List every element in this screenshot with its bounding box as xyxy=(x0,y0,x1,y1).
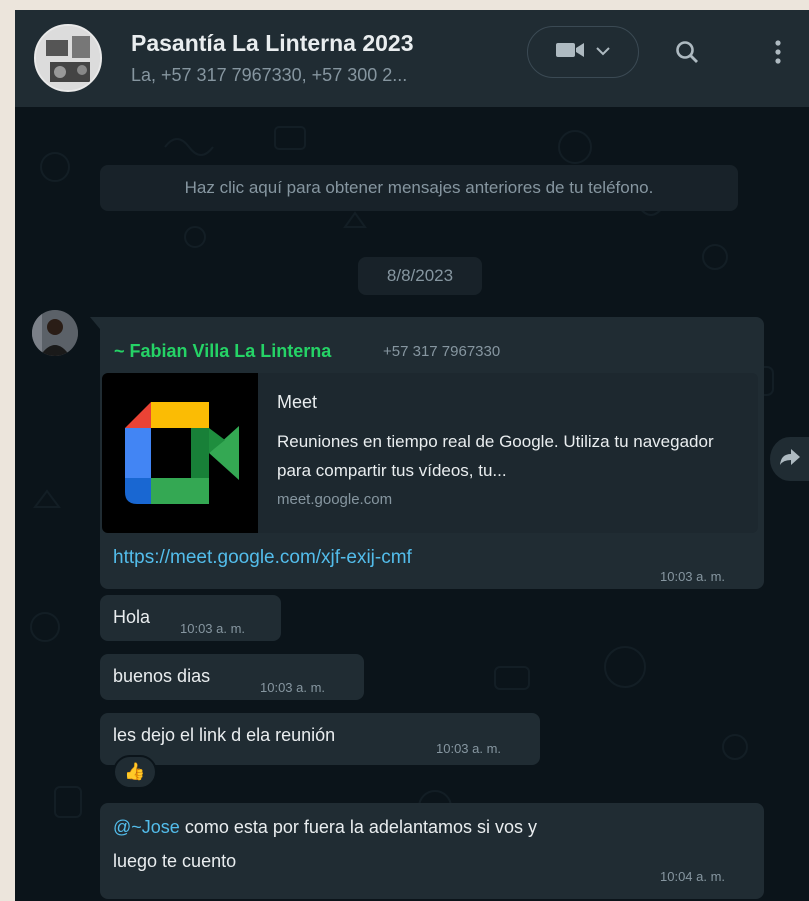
message-bubble[interactable]: buenos dias 10:03 a. m. xyxy=(100,654,364,700)
forward-icon xyxy=(779,448,801,471)
message-text: les dejo el link d ela reunión xyxy=(113,725,336,745)
google-meet-logo xyxy=(102,373,258,533)
menu-icon xyxy=(774,39,782,70)
message-text: @~Jose como esta por fuera la adelantamo… xyxy=(113,817,537,837)
chat-header[interactable]: Pasantía La Linterna 2023 La, +57 317 79… xyxy=(15,10,809,107)
sender-avatar[interactable] xyxy=(32,310,78,356)
message-text: buenos dias xyxy=(113,666,211,686)
preview-domain: meet.google.com xyxy=(277,491,393,508)
video-icon xyxy=(555,40,585,65)
message-list[interactable]: Haz clic aquí para obtener mensajes ante… xyxy=(15,107,809,901)
preview-description: Reuniones en tiempo real de Google. Util… xyxy=(277,432,714,480)
search-button[interactable] xyxy=(669,36,705,72)
message-bubble[interactable]: Hola 10:03 a. m. xyxy=(100,595,281,641)
thumbs-up-icon: 👍 xyxy=(124,762,146,781)
chevron-down-icon xyxy=(595,43,611,61)
reaction-badge[interactable]: 👍 xyxy=(113,755,157,789)
sender-name[interactable]: ~ Fabian Villa La Linterna xyxy=(114,341,331,362)
message-link[interactable]: https://meet.google.com/xjf-exij-cmf xyxy=(113,547,412,569)
message-bubble[interactable]: les dejo el link d ela reunión 10:03 a. … xyxy=(100,713,540,765)
message-time: 10:03 a. m. xyxy=(660,569,726,584)
mention-link[interactable]: @~Jose xyxy=(113,817,180,837)
video-call-button[interactable] xyxy=(527,26,639,78)
group-avatar[interactable] xyxy=(34,24,102,92)
message-text-line2: luego te cuento xyxy=(113,851,237,871)
message-bubble-link[interactable]: ~ Fabian Villa La Linterna +57 317 79673… xyxy=(90,317,764,589)
message-time: 10:03 a. m. xyxy=(436,741,502,756)
preview-title: Meet xyxy=(277,392,318,412)
link-preview[interactable]: Meet Reuniones en tiempo real de Google.… xyxy=(102,373,758,533)
message-text: Hola xyxy=(113,607,151,627)
load-older-messages[interactable]: Haz clic aquí para obtener mensajes ante… xyxy=(100,165,738,211)
message-time: 10:03 a. m. xyxy=(180,621,246,636)
message-bubble-mention[interactable]: @~Jose como esta por fuera la adelantamo… xyxy=(100,803,764,899)
forward-button[interactable] xyxy=(770,437,809,481)
chat-title[interactable]: Pasantía La Linterna 2023 xyxy=(131,30,414,57)
sender-phone: +57 317 7967330 xyxy=(383,343,501,360)
message-time: 10:04 a. m. xyxy=(660,869,726,884)
search-icon xyxy=(674,39,700,70)
menu-button[interactable] xyxy=(763,36,793,72)
chat-participants[interactable]: La, +57 317 7967330, +57 300 2... xyxy=(131,65,407,86)
message-time: 10:03 a. m. xyxy=(260,680,326,695)
whatsapp-window: Pasantía La Linterna 2023 La, +57 317 79… xyxy=(15,10,809,901)
date-separator: 8/8/2023 xyxy=(358,257,482,295)
